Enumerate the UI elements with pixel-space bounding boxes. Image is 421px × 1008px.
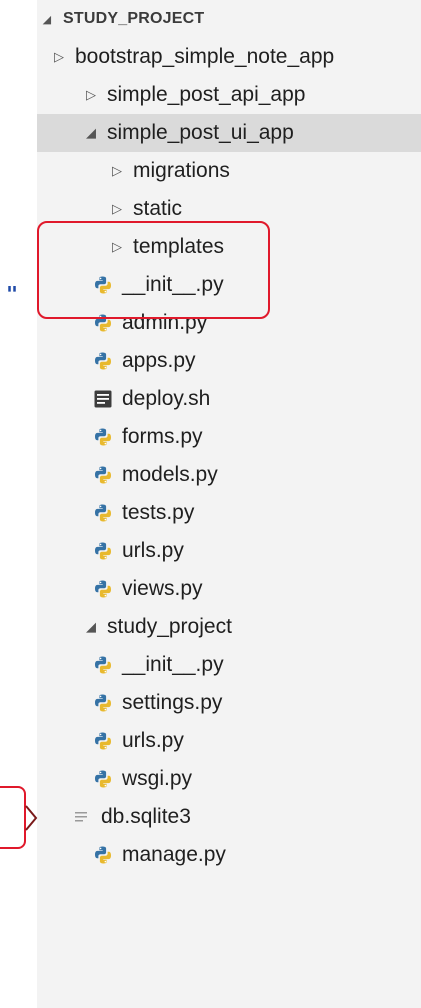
python-icon (92, 578, 114, 600)
tree-file-manage-py[interactable]: manage.py (37, 836, 421, 874)
tree-file-settings-py[interactable]: settings.py (37, 684, 421, 722)
python-icon (92, 844, 114, 866)
tree-item-label: db.sqlite3 (101, 805, 191, 828)
tree-item-label: views.py (122, 577, 203, 600)
tree-item-label: manage.py (122, 843, 226, 866)
caret-down-icon[interactable]: ◢ (81, 125, 101, 141)
annotation-quote-mark: " (6, 282, 19, 306)
annotation-arrow-icon (25, 805, 38, 831)
tree-item-label: simple_post_api_app (107, 83, 306, 106)
annotation-callout-box (0, 786, 26, 849)
tree-item-label: bootstrap_simple_note_app (75, 45, 335, 68)
python-icon (92, 464, 114, 486)
tree-file-db-sqlite3[interactable]: db.sqlite3 (37, 798, 421, 836)
tree-item-label: static (133, 197, 183, 220)
caret-right-icon[interactable]: ▷ (107, 201, 127, 217)
file-explorer: ◢ STUDY_PROJECT ▷ bootstrap_simple_note_app… (0, 0, 421, 1008)
tree-file-wsgi-py[interactable]: wsgi.py (37, 760, 421, 798)
annotation-highlight-box (37, 221, 270, 319)
tree-item-label: models.py (122, 463, 218, 486)
tree-item-label: apps.py (122, 349, 196, 372)
tree-item-label: urls.py (122, 729, 184, 752)
tree-file-urls-py[interactable]: urls.py (37, 532, 421, 570)
python-icon (92, 768, 114, 790)
python-icon (92, 350, 114, 372)
python-icon (92, 502, 114, 524)
tree-file-tests-py[interactable]: tests.py (37, 494, 421, 532)
tree-item-label: tests.py (122, 501, 195, 524)
tree-item-label: migrations (133, 159, 230, 182)
caret-down-icon[interactable]: ◢ (37, 13, 57, 26)
tree-item-label: wsgi.py (122, 767, 193, 790)
tree-folder-simple-post-ui-app[interactable]: ◢ simple_post_ui_app (37, 114, 421, 152)
tree-file-forms-py[interactable]: forms.py (37, 418, 421, 456)
tree-item-label: study_project (107, 615, 232, 638)
python-icon (92, 654, 114, 676)
tree-item-label: settings.py (122, 691, 223, 714)
tree-folder-study-project[interactable]: ◢ study_project (37, 608, 421, 646)
tree-root-folder-study-project[interactable]: ◢ STUDY_PROJECT (37, 0, 421, 38)
caret-right-icon[interactable]: ▷ (107, 163, 127, 179)
tree-file-deploy-sh[interactable]: deploy.sh (37, 380, 421, 418)
tree-file-init-py[interactable]: __init__.py (37, 646, 421, 684)
text-file-icon (71, 806, 93, 828)
tree-item-label: __init__.py (122, 653, 224, 676)
tree-item-label: STUDY_PROJECT (63, 10, 205, 27)
tree-item-label: forms.py (122, 425, 203, 448)
tree-file-views-py[interactable]: views.py (37, 570, 421, 608)
shell-script-icon (92, 388, 114, 410)
python-icon (92, 730, 114, 752)
tree-item-label: deploy.sh (122, 387, 211, 410)
tree-folder-bootstrap-simple-note-app[interactable]: ▷ bootstrap_simple_note_app (37, 38, 421, 76)
tree-file-apps-py[interactable]: apps.py (37, 342, 421, 380)
tree-file-models-py[interactable]: models.py (37, 456, 421, 494)
tree-folder-migrations[interactable]: ▷ migrations (37, 152, 421, 190)
python-icon (92, 426, 114, 448)
python-icon (92, 692, 114, 714)
python-icon (92, 540, 114, 562)
caret-right-icon[interactable]: ▷ (81, 87, 101, 103)
tree-folder-simple-post-api-app[interactable]: ▷ simple_post_api_app (37, 76, 421, 114)
tree-item-label: urls.py (122, 539, 184, 562)
caret-right-icon[interactable]: ▷ (49, 49, 69, 65)
caret-down-icon[interactable]: ◢ (81, 619, 101, 635)
tree-item-label: simple_post_ui_app (107, 121, 294, 144)
tree-file-urls-py[interactable]: urls.py (37, 722, 421, 760)
